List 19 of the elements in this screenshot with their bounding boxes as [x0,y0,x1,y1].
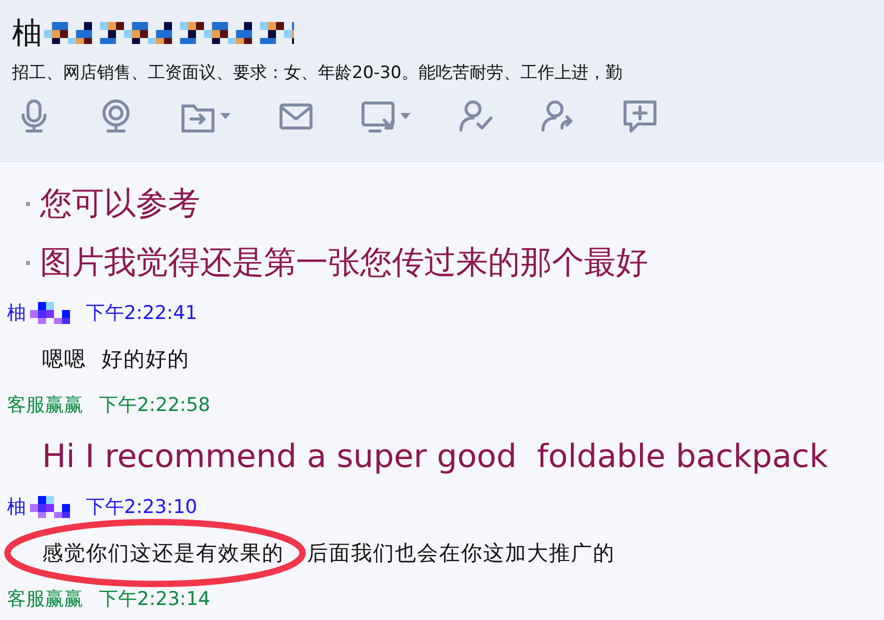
caret-icon[interactable] [400,112,411,120]
chat-plus-icon[interactable] [622,98,658,134]
message-time: 下午2:23:14 [99,587,210,612]
caret-icon[interactable] [220,112,231,120]
message-time: 下午2:23:10 [86,495,198,520]
sender-name: 客服赢赢 [7,587,83,612]
contact-signature: 招工、网店销售、工资面议、要求：女、年龄20-30。能吃苦耐劳、工作上进，勤 [12,62,624,85]
person-check-icon[interactable] [458,98,494,134]
contact-name: 柚 [12,14,42,52]
sender-name: 柚 [7,495,26,520]
message-time: 下午2:22:41 [86,301,198,326]
message-text: 感觉你们这还是有效果的 后面我们也会在你这加大推广的 [42,540,616,567]
message-text: 嗯嗯 好的好的 [42,346,190,373]
message-text: Hi I recommend a super good foldable backpack [42,437,828,475]
sender-name: 柚 [7,301,26,326]
sender-name: 客服赢赢 [7,393,83,418]
message-time: 下午2:22:58 [99,393,210,418]
message-text: 图片我觉得还是第一张您传过来的那个最好 [40,242,648,282]
message-text: 您可以参考 [40,182,200,224]
